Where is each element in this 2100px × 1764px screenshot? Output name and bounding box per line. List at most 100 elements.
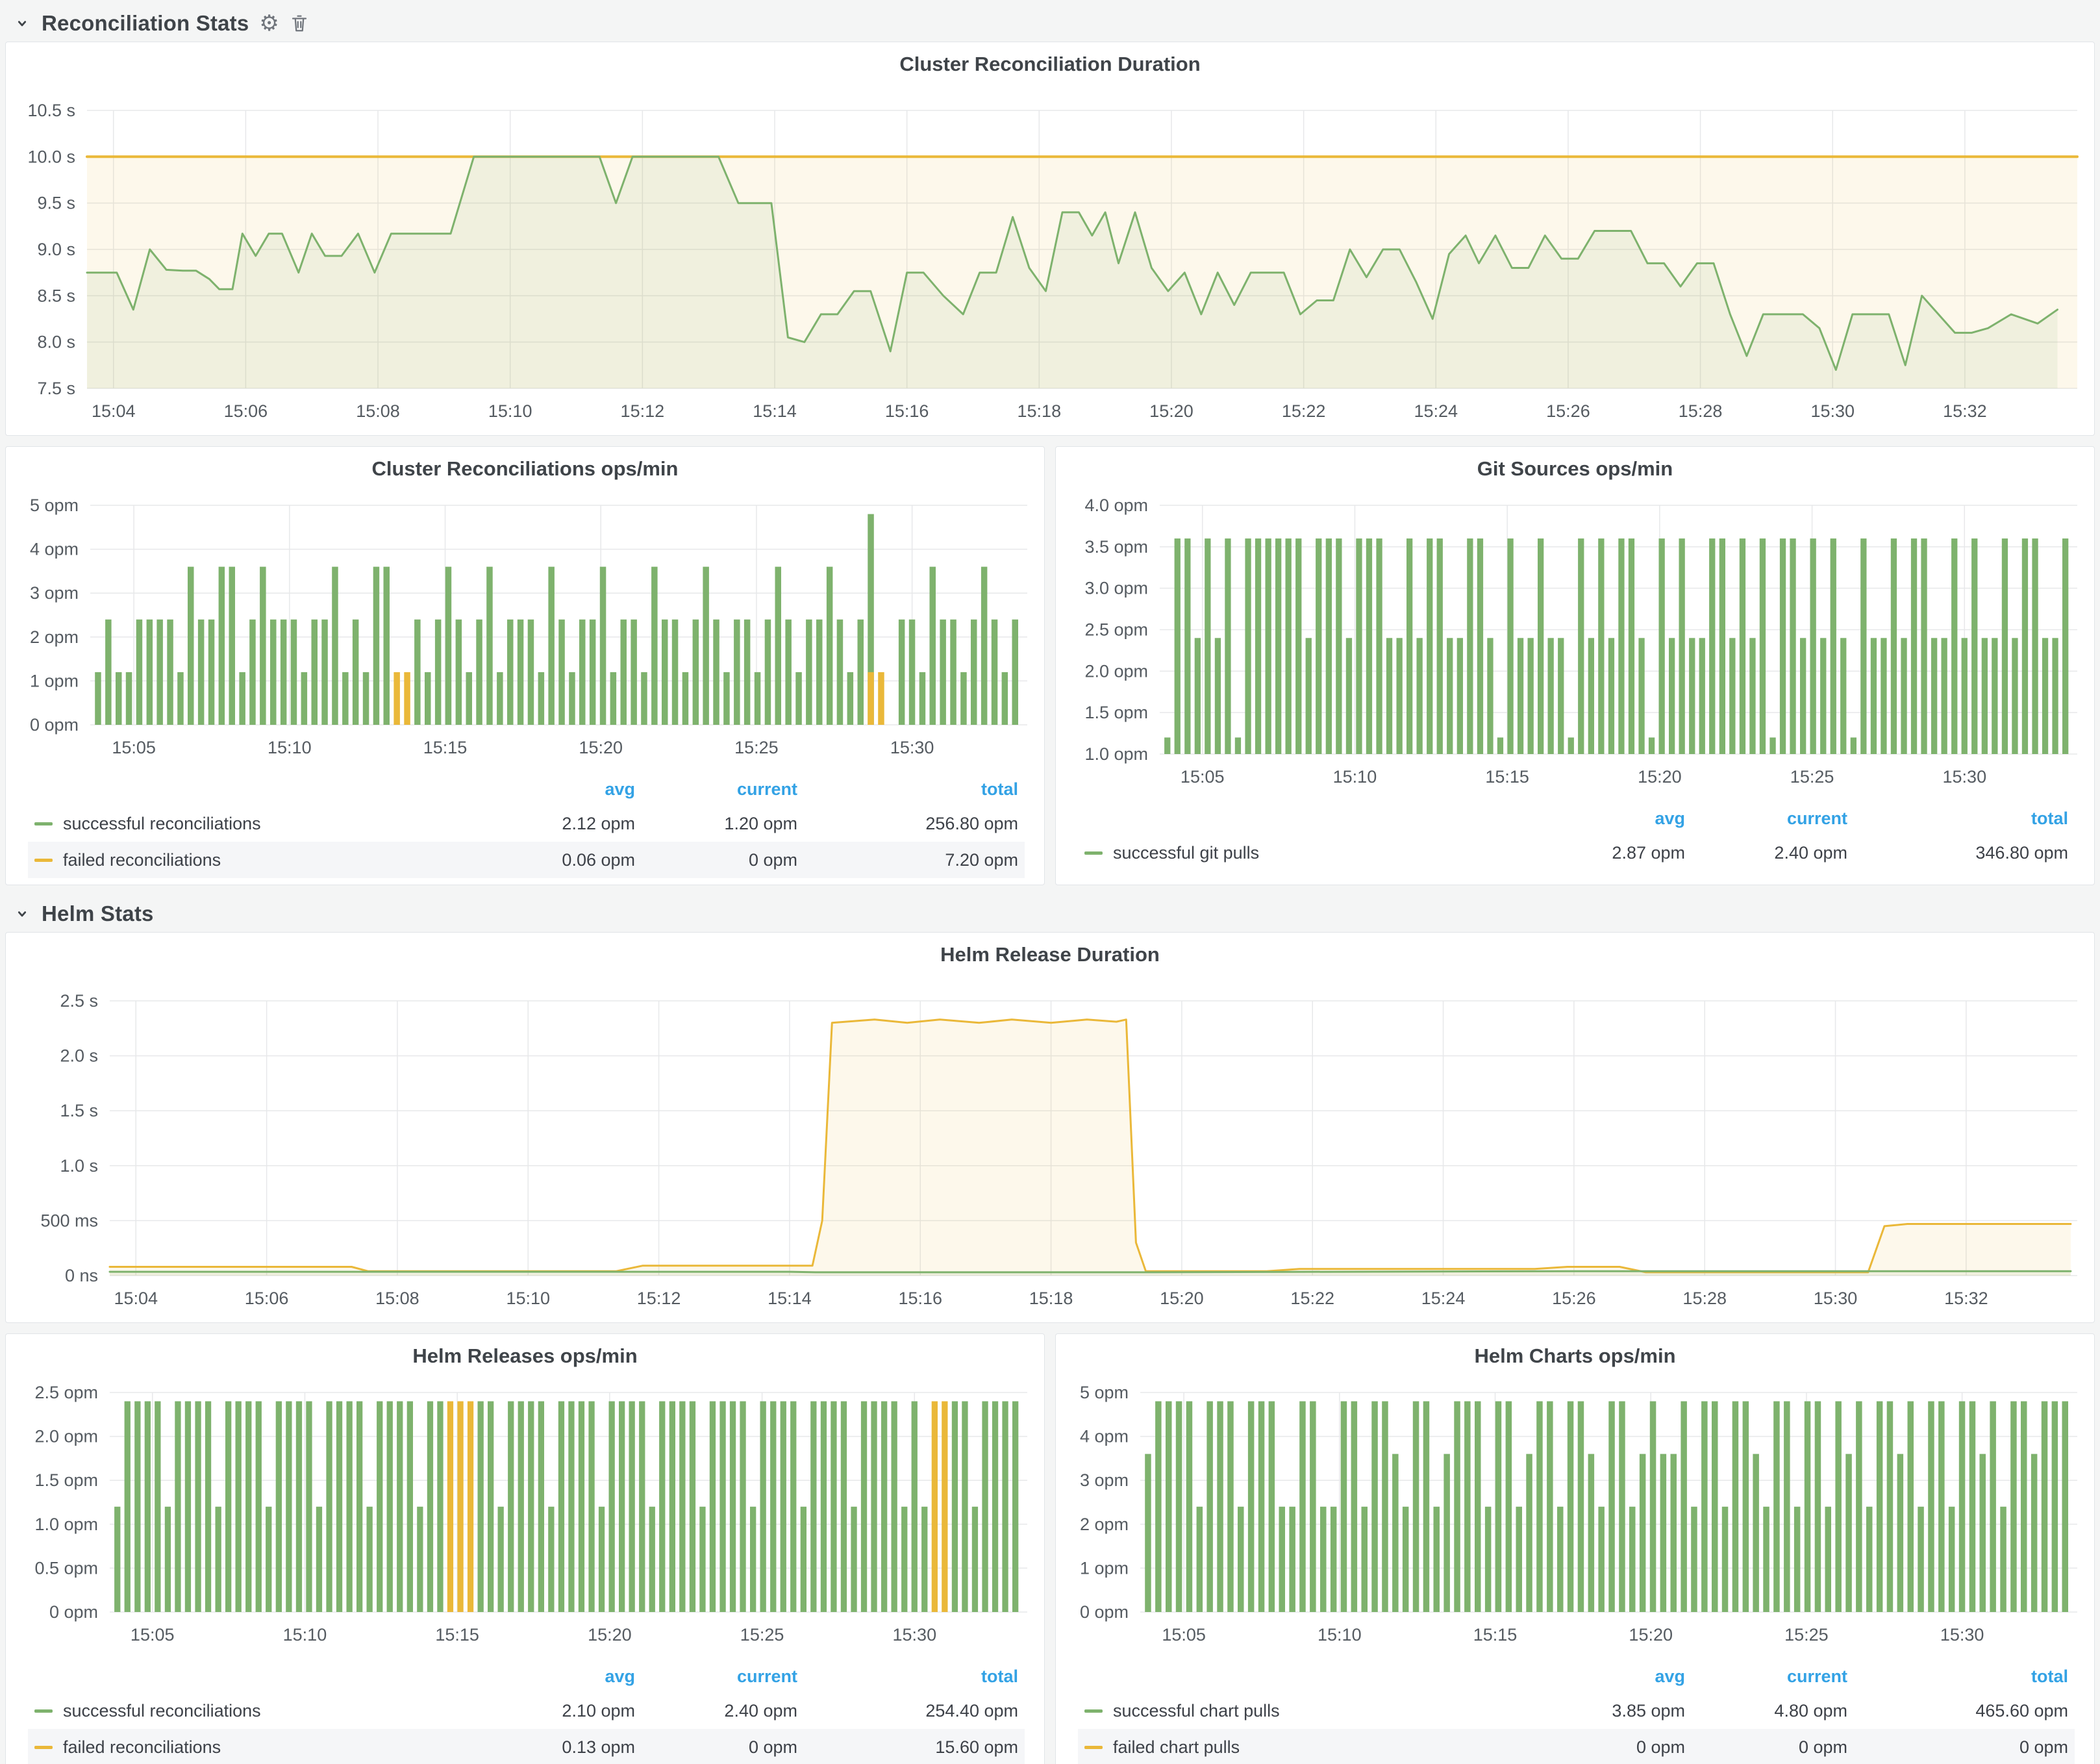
helm-charts-opm-svg: 15:0515:1015:1515:2015:2515:300 opm1 opm… bbox=[1056, 1373, 2094, 1659]
svg-text:15:10: 15:10 bbox=[283, 1625, 327, 1644]
legend-value: 2.12 opm bbox=[473, 814, 635, 834]
chevron-down-icon[interactable] bbox=[13, 905, 31, 923]
panel-title-helm-charts-opm[interactable]: Helm Charts ops/min bbox=[1056, 1334, 2094, 1373]
svg-text:15:26: 15:26 bbox=[1552, 1289, 1596, 1308]
svg-text:8.0 s: 8.0 s bbox=[37, 333, 75, 352]
helm-charts-opm-chart[interactable]: 15:0515:1015:1515:2015:2515:300 opm1 opm… bbox=[1056, 1373, 2094, 1659]
panel-cluster-reconciliation-duration: Cluster Reconciliation Duration 15:0415:… bbox=[5, 42, 2095, 436]
panel-title-cluster-reconciliation-duration[interactable]: Cluster Reconciliation Duration bbox=[6, 42, 2094, 81]
legend-row-successful-git-pulls[interactable]: successful git pulls2.87 opm2.40 opm346.… bbox=[1078, 835, 2075, 871]
legend-value: 4.80 opm bbox=[1685, 1701, 1847, 1721]
cluster-reconciliations-opm-chart[interactable]: 15:0515:1015:1515:2015:2515:300 opm1 opm… bbox=[6, 486, 1044, 772]
legend-sort-current[interactable]: current bbox=[1685, 1667, 1847, 1687]
svg-text:15:05: 15:05 bbox=[1162, 1625, 1206, 1644]
legend-sort-total[interactable]: total bbox=[1847, 1667, 2068, 1687]
legend-sort-total[interactable]: total bbox=[797, 1667, 1018, 1687]
legend-sort-total[interactable]: total bbox=[1847, 809, 2068, 829]
svg-text:1.0 s: 1.0 s bbox=[60, 1156, 98, 1176]
legend-value: 2.40 opm bbox=[635, 1701, 797, 1721]
panel-title-helm-releases-opm[interactable]: Helm Releases ops/min bbox=[6, 1334, 1044, 1373]
svg-text:15:04: 15:04 bbox=[114, 1289, 158, 1308]
series-name: successful git pulls bbox=[1113, 843, 1259, 863]
svg-text:15:32: 15:32 bbox=[1943, 401, 1987, 421]
svg-text:15:30: 15:30 bbox=[893, 1625, 937, 1644]
series-color-dash bbox=[34, 859, 53, 862]
panel-helm-releases-opm: Helm Releases ops/min 15:0515:1015:1515:… bbox=[5, 1333, 1045, 1764]
legend-sort-avg[interactable]: avg bbox=[473, 1667, 635, 1687]
legend-sort-avg[interactable]: avg bbox=[1523, 1667, 1685, 1687]
helm-releases-opm-chart[interactable]: 15:0515:1015:1515:2015:2515:300 opm0.5 o… bbox=[6, 1373, 1044, 1659]
svg-text:15:15: 15:15 bbox=[435, 1625, 479, 1644]
legend-value: 15.60 opm bbox=[797, 1737, 1018, 1758]
section-title-helm-stats[interactable]: Helm Stats bbox=[42, 901, 154, 926]
chevron-down-icon[interactable] bbox=[13, 14, 31, 32]
svg-text:15:16: 15:16 bbox=[885, 401, 929, 421]
git-sources-opm-chart[interactable]: 15:0515:1015:1515:2015:2515:301.0 opm1.5… bbox=[1056, 486, 2094, 801]
svg-text:3.5 opm: 3.5 opm bbox=[1084, 537, 1148, 557]
svg-text:2 opm: 2 opm bbox=[1080, 1515, 1129, 1534]
svg-text:2.5 opm: 2.5 opm bbox=[1084, 620, 1148, 640]
svg-text:15:30: 15:30 bbox=[890, 738, 934, 757]
svg-text:15:10: 15:10 bbox=[506, 1289, 550, 1308]
panel-title-helm-release-duration[interactable]: Helm Release Duration bbox=[6, 933, 2094, 972]
panel-helm-charts-opm: Helm Charts ops/min 15:0515:1015:1515:20… bbox=[1055, 1333, 2095, 1764]
gear-icon[interactable]: ⚙ bbox=[259, 12, 279, 34]
svg-text:0 opm: 0 opm bbox=[49, 1602, 98, 1622]
svg-text:15:25: 15:25 bbox=[740, 1625, 784, 1644]
svg-text:4 opm: 4 opm bbox=[30, 540, 79, 559]
legend-value: 7.20 opm bbox=[797, 850, 1018, 870]
svg-text:15:05: 15:05 bbox=[112, 738, 156, 757]
legend-row-successful-reconciliations[interactable]: successful reconciliations2.10 opm2.40 o… bbox=[28, 1693, 1025, 1729]
svg-text:15:30: 15:30 bbox=[1940, 1625, 1984, 1644]
svg-text:15:10: 15:10 bbox=[268, 738, 312, 757]
cluster-reconciliations-opm-svg: 15:0515:1015:1515:2015:2515:300 opm1 opm… bbox=[6, 486, 1044, 772]
legend-sort-total[interactable]: total bbox=[797, 779, 1018, 800]
legend-row-failed-reconciliations[interactable]: failed reconciliations0.13 opm0 opm15.60… bbox=[28, 1729, 1025, 1764]
svg-text:2.5 opm: 2.5 opm bbox=[34, 1383, 98, 1402]
legend-row-failed-chart-pulls[interactable]: failed chart pulls0 opm0 opm0 opm bbox=[1078, 1729, 2075, 1764]
legend-sort-current[interactable]: current bbox=[1685, 809, 1847, 829]
legend-value: 465.60 opm bbox=[1847, 1701, 2068, 1721]
svg-text:2.0 opm: 2.0 opm bbox=[1084, 661, 1148, 681]
legend-sort-current[interactable]: current bbox=[635, 1667, 797, 1687]
section-title-reconciliation-stats[interactable]: Reconciliation Stats bbox=[42, 11, 249, 36]
svg-text:15:12: 15:12 bbox=[621, 401, 665, 421]
legend-sort-current[interactable]: current bbox=[635, 779, 797, 800]
trash-icon[interactable] bbox=[290, 12, 309, 34]
svg-text:1 opm: 1 opm bbox=[30, 671, 79, 690]
svg-text:8.5 s: 8.5 s bbox=[37, 286, 75, 305]
svg-text:15:24: 15:24 bbox=[1414, 401, 1458, 421]
legend-value: 0 opm bbox=[1523, 1737, 1685, 1758]
panel-title-cluster-reconciliations-opm[interactable]: Cluster Reconciliations ops/min bbox=[6, 447, 1044, 486]
svg-text:15:25: 15:25 bbox=[1784, 1625, 1829, 1644]
svg-text:4 opm: 4 opm bbox=[1080, 1427, 1129, 1446]
legend-row-failed-reconciliations[interactable]: failed reconciliations0.06 opm0 opm7.20 … bbox=[28, 842, 1025, 878]
helm-release-duration-svg: 15:0415:0615:0815:1015:1215:1415:1615:18… bbox=[6, 972, 2094, 1322]
helm-release-duration-chart[interactable]: 15:0415:0615:0815:1015:1215:1415:1615:18… bbox=[6, 972, 2094, 1322]
svg-text:15:30: 15:30 bbox=[1814, 1289, 1858, 1308]
svg-text:15:32: 15:32 bbox=[1944, 1289, 1988, 1308]
svg-text:2.5 s: 2.5 s bbox=[60, 991, 98, 1011]
panel-git-sources-opm: Git Sources ops/min 15:0515:1015:1515:20… bbox=[1055, 446, 2095, 885]
legend-row-successful-chart-pulls[interactable]: successful chart pulls3.85 opm4.80 opm46… bbox=[1078, 1693, 2075, 1729]
svg-text:2.0 s: 2.0 s bbox=[60, 1046, 98, 1066]
legend-value: 0.06 opm bbox=[473, 850, 635, 870]
svg-text:4.0 opm: 4.0 opm bbox=[1084, 496, 1148, 515]
legend-sort-avg[interactable]: avg bbox=[1523, 809, 1685, 829]
panel-title-git-sources-opm[interactable]: Git Sources ops/min bbox=[1056, 447, 2094, 486]
cluster-reconciliation-duration-chart[interactable]: 15:0415:0615:0815:1015:1215:1415:1615:18… bbox=[6, 81, 2094, 435]
legend-row-successful-reconciliations[interactable]: successful reconciliations2.12 opm1.20 o… bbox=[28, 805, 1025, 842]
svg-text:15:05: 15:05 bbox=[1181, 767, 1225, 787]
svg-text:15:06: 15:06 bbox=[224, 401, 268, 421]
svg-text:1.5 opm: 1.5 opm bbox=[1084, 703, 1148, 722]
svg-text:2 opm: 2 opm bbox=[30, 627, 79, 647]
legend-header: avgcurrenttotal bbox=[28, 1660, 1025, 1693]
svg-text:15:20: 15:20 bbox=[1638, 767, 1682, 787]
series-name: failed reconciliations bbox=[63, 1737, 221, 1758]
legend-sort-avg[interactable]: avg bbox=[473, 779, 635, 800]
svg-text:15:10: 15:10 bbox=[488, 401, 532, 421]
panel-cluster-reconciliations-opm: Cluster Reconciliations ops/min 15:05 15:… bbox=[5, 446, 1045, 885]
svg-text:15:30: 15:30 bbox=[1810, 401, 1855, 421]
svg-text:15:26: 15:26 bbox=[1546, 401, 1590, 421]
svg-text:15:10: 15:10 bbox=[1318, 1625, 1362, 1644]
